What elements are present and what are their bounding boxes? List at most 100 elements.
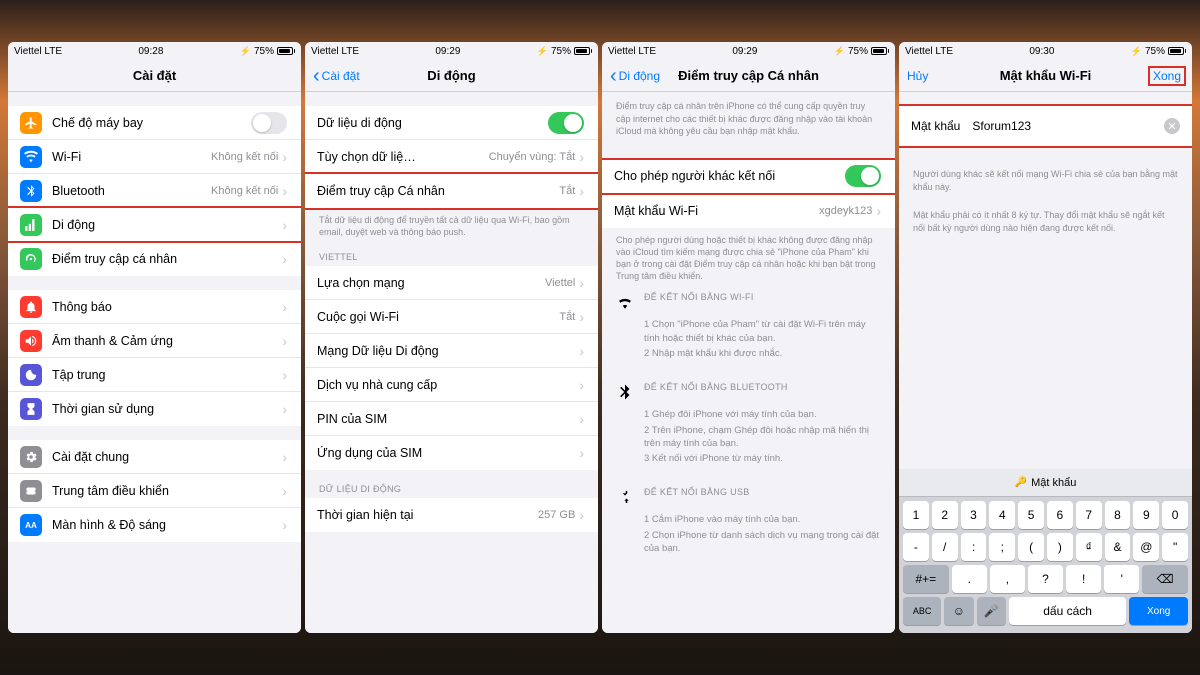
settings-row[interactable]: Cài đặt chung› <box>8 440 301 474</box>
emoji-key[interactable]: ☺ <box>944 597 973 625</box>
screen-settings: Viettel LTE 09:28 ⚡75% Cài đặt Chế độ má… <box>8 42 301 633</box>
row-label: Lựa chọn mạng <box>317 276 545 290</box>
keyboard-key[interactable]: 4 <box>989 501 1015 529</box>
settings-row[interactable]: Ứng dụng của SIM› <box>305 436 598 470</box>
keyboard-key[interactable]: 7 <box>1076 501 1102 529</box>
settings-row[interactable]: PIN của SIM› <box>305 402 598 436</box>
row-value: Viettel <box>545 277 575 289</box>
status-bar: Viettel LTE 09:29 ⚡75% <box>602 42 895 60</box>
battery-icon <box>277 47 295 55</box>
settings-row[interactable]: Cuộc gọi Wi-FiTắt› <box>305 300 598 334</box>
chevron-icon: › <box>282 367 287 383</box>
gear-icon <box>20 446 42 468</box>
wifi-icon <box>20 146 42 168</box>
settings-row[interactable]: Trung tâm điều khiển› <box>8 474 301 508</box>
password-row[interactable]: Mật khẩu ✕ <box>899 106 1192 146</box>
settings-row[interactable]: Cho phép người khác kết nối <box>602 160 895 194</box>
settings-row[interactable]: AAMàn hình & Độ sáng› <box>8 508 301 542</box>
keyboard-done[interactable]: Xong <box>1129 597 1188 625</box>
keyboard-key[interactable]: : <box>961 533 987 561</box>
instruction-step: 1 Ghép đôi iPhone với máy tính của bạn. <box>644 408 881 421</box>
settings-row[interactable]: Điểm truy cập Cá nhânTắt› <box>305 174 598 208</box>
settings-row[interactable]: Di động› <box>8 208 301 242</box>
keyboard-key[interactable]: " <box>1162 533 1188 561</box>
toggle-switch[interactable] <box>548 112 584 134</box>
toggle-switch[interactable] <box>845 165 881 187</box>
shift-key[interactable]: #+= <box>903 565 949 593</box>
keyboard-key[interactable]: 3 <box>961 501 987 529</box>
page-title: Cài đặt <box>133 68 176 83</box>
mic-key[interactable]: 🎤 <box>977 597 1006 625</box>
keyboard-key[interactable]: 8 <box>1105 501 1131 529</box>
settings-row[interactable]: Mạng Dữ liệu Di động› <box>305 334 598 368</box>
back-button[interactable]: Di động <box>610 66 660 86</box>
row-value: Không kết nối <box>211 151 278 163</box>
row-label: Thông báo <box>52 300 278 314</box>
keyboard-key[interactable]: ; <box>989 533 1015 561</box>
settings-row[interactable]: Điểm truy cập cá nhân› <box>8 242 301 276</box>
settings-row[interactable]: BluetoothKhông kết nối› <box>8 174 301 208</box>
keyboard-key[interactable]: 6 <box>1047 501 1073 529</box>
keyboard-key[interactable]: 9 <box>1133 501 1159 529</box>
keyboard-key[interactable]: 1 <box>903 501 929 529</box>
keyboard-key[interactable]: ? <box>1028 565 1063 593</box>
carrier: Viettel LTE <box>905 46 953 57</box>
chevron-icon: › <box>282 217 287 233</box>
clear-icon[interactable]: ✕ <box>1164 118 1180 134</box>
keyboard-key[interactable]: / <box>932 533 958 561</box>
speaker-icon <box>20 330 42 352</box>
settings-list[interactable]: Chế độ máy bayWi-FiKhông kết nối›Bluetoo… <box>8 92 301 633</box>
keyboard-key[interactable]: - <box>903 533 929 561</box>
keyboard-key[interactable]: @ <box>1133 533 1159 561</box>
instruction-title: ĐỂ KẾT NỐI BẰNG BLUETOOTH <box>644 382 788 392</box>
keyboard-key[interactable]: ₫ <box>1076 533 1102 561</box>
settings-row[interactable]: Lựa chọn mạngViettel› <box>305 266 598 300</box>
keyboard-key[interactable]: 2 <box>932 501 958 529</box>
settings-row[interactable]: Dữ liệu di động <box>305 106 598 140</box>
settings-row[interactable]: Chế độ máy bay <box>8 106 301 140</box>
settings-row[interactable]: Mật khẩu Wi-Fixgdeyk123› <box>602 194 895 228</box>
footer-note-2: Mật khẩu phải có ít nhất 8 ký tự. Thay đ… <box>899 201 1192 242</box>
keyboard-key[interactable]: 0 <box>1162 501 1188 529</box>
back-button[interactable]: Cài đặt <box>313 66 360 86</box>
row-label: Bluetooth <box>52 184 211 198</box>
carrier: Viettel LTE <box>608 46 656 57</box>
settings-row[interactable]: Tập trung › <box>8 358 301 392</box>
chevron-icon: › <box>579 377 584 393</box>
keyboard-key[interactable]: , <box>990 565 1025 593</box>
settings-row[interactable]: Thời gian hiện tại257 GB› <box>305 498 598 532</box>
cancel-button[interactable]: Hủy <box>907 69 928 83</box>
screen-cellular: Viettel LTE 09:29 ⚡75% Cài đặt Di động D… <box>305 42 598 633</box>
keyboard-key[interactable]: & <box>1105 533 1131 561</box>
chevron-icon: › <box>282 299 287 315</box>
chevron-icon: › <box>282 333 287 349</box>
keyboard-key[interactable]: ( <box>1018 533 1044 561</box>
keyboard-key[interactable]: ) <box>1047 533 1073 561</box>
usb-icon <box>616 488 634 509</box>
settings-row[interactable]: Wi-FiKhông kết nối› <box>8 140 301 174</box>
keyboard[interactable]: Mật khẩu 1234567890 -/:;()₫&@" #+=.,?!'⌫… <box>899 469 1192 633</box>
settings-row[interactable]: Dịch vụ nhà cung cấp › <box>305 368 598 402</box>
backspace-key[interactable]: ⌫ <box>1142 565 1188 593</box>
keyboard-suggestion[interactable]: Mật khẩu <box>899 469 1192 497</box>
settings-row[interactable]: Âm thanh & Cảm ứng› <box>8 324 301 358</box>
settings-row[interactable]: Tùy chọn dữ liệ…Chuyển vùng: Tắt› <box>305 140 598 174</box>
settings-row[interactable]: Thời gian sử dụng› <box>8 392 301 426</box>
nav-bar: Cài đặt <box>8 60 301 92</box>
space-key[interactable]: dấu cách <box>1009 597 1126 625</box>
row-label: Tập trung <box>52 368 278 382</box>
row-label: Cuộc gọi Wi-Fi <box>317 310 559 324</box>
toggle-switch[interactable] <box>251 112 287 134</box>
row-label: Dịch vụ nhà cung cấp <box>317 378 575 392</box>
keyboard-key[interactable]: ! <box>1066 565 1101 593</box>
clock: 09:29 <box>732 46 757 57</box>
keyboard-key[interactable]: . <box>952 565 987 593</box>
keyboard-key[interactable]: ' <box>1104 565 1139 593</box>
chevron-icon: › <box>282 401 287 417</box>
settings-row[interactable]: Thông báo › <box>8 290 301 324</box>
password-input[interactable] <box>972 119 1164 133</box>
done-button[interactable]: Xong <box>1148 66 1186 86</box>
abc-key[interactable]: ABC <box>903 597 941 625</box>
keyboard-key[interactable]: 5 <box>1018 501 1044 529</box>
instruction-block: ĐỂ KẾT NỐI BẰNG USB1 Cắm iPhone vào máy … <box>602 477 895 567</box>
